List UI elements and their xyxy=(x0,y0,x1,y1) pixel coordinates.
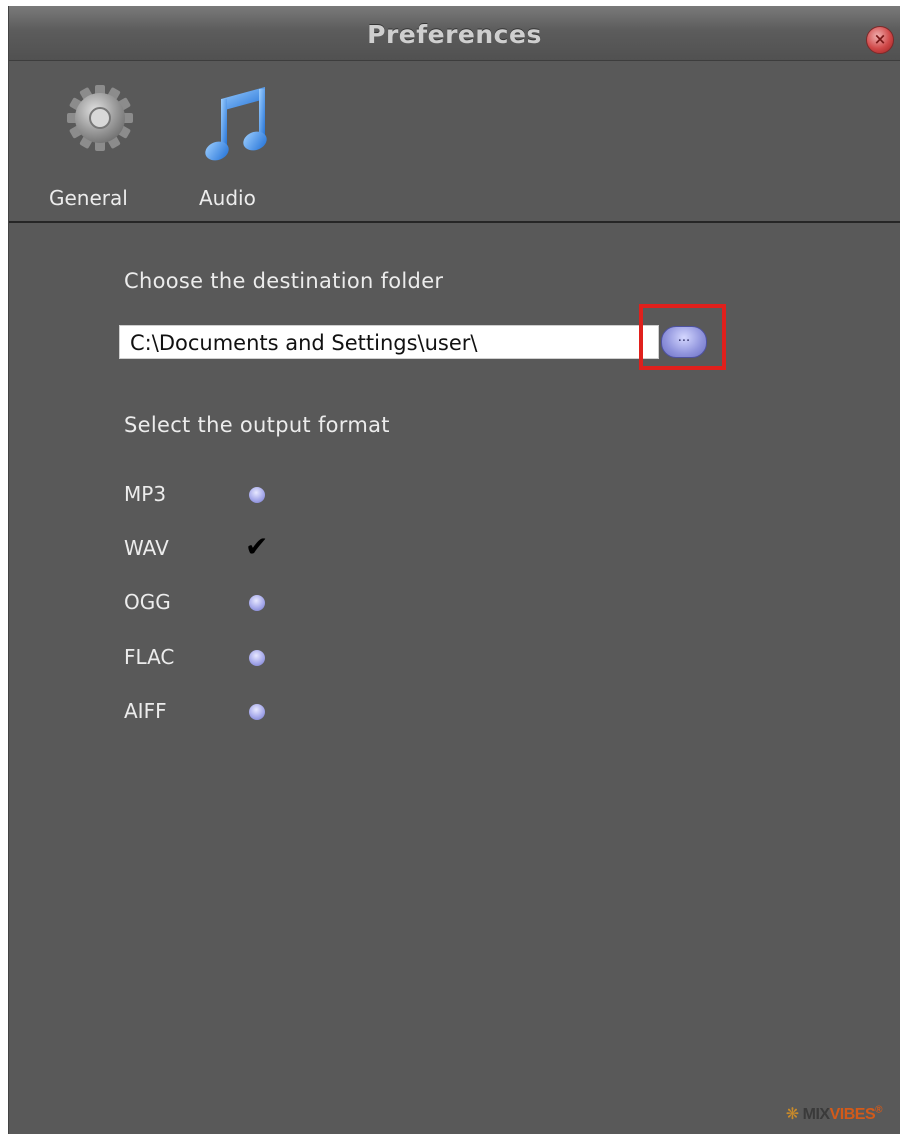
audio-settings-panel: Choose the destination folder C:\Documen… xyxy=(9,223,900,1134)
format-option-aiff[interactable]: AIFF xyxy=(124,695,304,727)
window-title: Preferences xyxy=(367,20,542,49)
tab-general-label: General xyxy=(49,186,128,210)
format-label: MP3 xyxy=(124,482,167,506)
tab-general[interactable]: General xyxy=(49,61,159,219)
radio-button[interactable] xyxy=(249,487,265,503)
checkmark-icon[interactable]: ✔ xyxy=(245,530,268,564)
output-format-label: Select the output format xyxy=(124,413,390,437)
logo-text-mix: MIX xyxy=(802,1106,830,1123)
tab-audio[interactable]: Audio xyxy=(199,61,289,219)
destination-path-field[interactable]: C:\Documents and Settings\user\ xyxy=(119,325,659,359)
format-label: OGG xyxy=(124,590,171,614)
format-option-mp3[interactable]: MP3 xyxy=(124,478,304,510)
format-label: AIFF xyxy=(124,699,167,723)
format-option-ogg[interactable]: OGG xyxy=(124,586,304,618)
destination-folder-label: Choose the destination folder xyxy=(124,269,444,293)
title-bar: Preferences × xyxy=(9,6,900,61)
format-option-wav[interactable]: WAV ✔ xyxy=(124,530,304,564)
logo-trademark: ® xyxy=(875,1104,882,1116)
browse-button[interactable]: ... xyxy=(661,326,707,358)
radio-button[interactable] xyxy=(249,704,265,720)
preferences-toolbar: General Audio xyxy=(9,61,900,223)
preferences-window: Preferences × General Audio Choose the d… xyxy=(8,6,900,1134)
radio-button[interactable] xyxy=(249,595,265,611)
logo-mark-icon: ❋ xyxy=(785,1106,799,1123)
close-button[interactable]: × xyxy=(866,26,894,54)
format-label: FLAC xyxy=(124,645,175,669)
mixvibes-logo: ❋ MIXVIBES® xyxy=(785,1104,883,1124)
music-note-icon xyxy=(205,87,267,161)
radio-button[interactable] xyxy=(249,650,265,666)
tab-audio-label: Audio xyxy=(199,186,256,210)
format-option-flac[interactable]: FLAC xyxy=(124,641,304,673)
gear-icon xyxy=(67,85,133,151)
format-label: WAV xyxy=(124,536,169,560)
logo-text-vibes: VIBES xyxy=(829,1106,876,1123)
